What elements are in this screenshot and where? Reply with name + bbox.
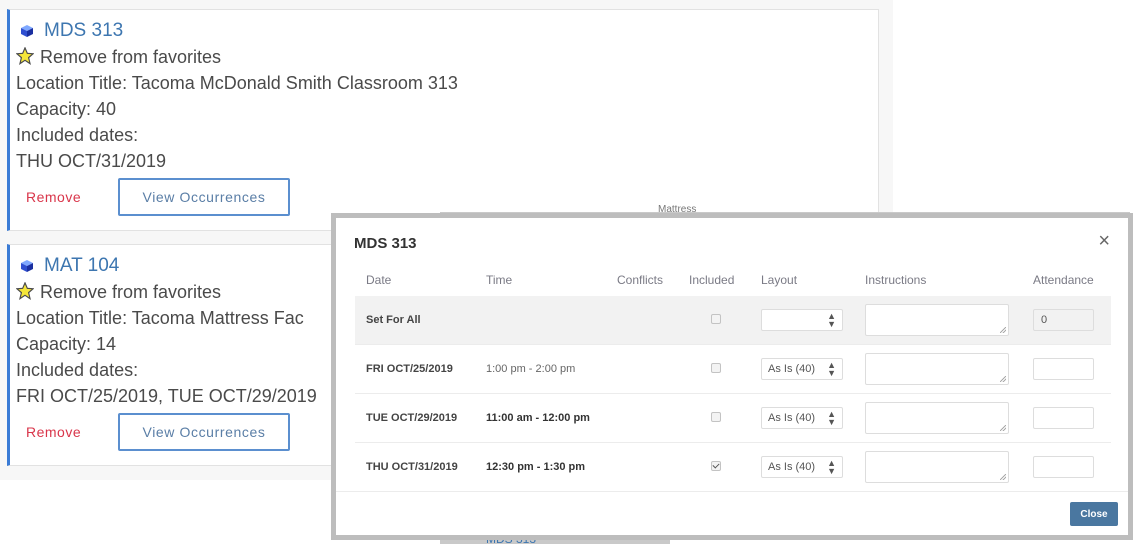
- view-occurrences-button[interactable]: View Occurrences: [118, 178, 290, 216]
- col-time: Time: [486, 272, 513, 287]
- capacity: Capacity: 40: [16, 99, 117, 119]
- location-name-link[interactable]: MDS 313: [44, 18, 123, 44]
- select-arrows-icon: ▲ ▼: [827, 360, 836, 378]
- instructions-textarea[interactable]: [865, 353, 1009, 385]
- remove-favorite-label: Remove from favorites: [40, 282, 222, 302]
- favorite-card: MDS 313 Remove from favorites Location T…: [7, 9, 879, 231]
- occurrence-time: 12:30 pm - 1:30 pm: [486, 442, 617, 492]
- occurrence-row: THU OCT/31/2019 12:30 pm - 1:30 pm As Is…: [355, 442, 1111, 492]
- table-header: Date Time Conflicts Included Layout Inst…: [355, 263, 1111, 296]
- occurrence-time: 1:00 pm - 2:00 pm: [486, 344, 617, 394]
- occurrence-row: TUE OCT/29/2019 11:00 am - 12:00 pm As I…: [355, 393, 1111, 443]
- close-icon[interactable]: ×: [1098, 230, 1110, 253]
- occurrence-date: TUE OCT/29/2019: [355, 393, 486, 443]
- remove-favorite-link[interactable]: Remove from favorites: [16, 44, 878, 70]
- occurrences-table: Date Time Conflicts Included Layout Inst…: [355, 263, 1111, 492]
- select-arrows-icon: ▲ ▼: [827, 409, 836, 427]
- location-title: Location Title: Tacoma McDonald Smith Cl…: [16, 73, 458, 93]
- occurrence-row: FRI OCT/25/2019 1:00 pm - 2:00 pm As Is …: [355, 344, 1111, 394]
- col-attendance: Attendance: [1033, 272, 1094, 287]
- included-dates-label: Included dates:: [16, 125, 139, 145]
- included-checkbox[interactable]: [711, 460, 721, 471]
- cube-icon: [21, 25, 33, 37]
- included-checkbox[interactable]: [711, 313, 721, 324]
- col-instructions: Instructions: [865, 272, 927, 287]
- cube-icon: [21, 260, 33, 272]
- layout-select[interactable]: As Is (40) ▲ ▼: [761, 407, 843, 429]
- col-layout: Layout: [761, 272, 798, 287]
- col-included: Included: [689, 272, 735, 287]
- set-for-all-row: Set For All ▲ ▼ 0: [355, 296, 1111, 345]
- close-button[interactable]: Close: [1070, 502, 1118, 526]
- set-for-all-label: Set For All: [355, 296, 486, 345]
- layout-select[interactable]: As Is (40) ▲ ▼: [761, 456, 843, 478]
- occurrence-time: 11:00 am - 12:00 pm: [486, 393, 617, 443]
- instructions-textarea[interactable]: [865, 402, 1009, 434]
- occurrence-date: FRI OCT/25/2019: [355, 344, 486, 394]
- select-arrows-icon: ▲ ▼: [827, 458, 836, 476]
- star-icon: [16, 47, 34, 65]
- attendance-input[interactable]: 0: [1033, 309, 1094, 331]
- occurrences-modal: MDS 313 × Date Time Conflicts Included L…: [331, 213, 1133, 540]
- modal-title: MDS 313: [354, 235, 417, 252]
- layout-select[interactable]: As Is (40) ▲ ▼: [761, 358, 843, 380]
- attendance-input[interactable]: [1033, 407, 1094, 429]
- modal-footer-divider: [336, 491, 1128, 492]
- instructions-textarea[interactable]: [865, 304, 1009, 336]
- view-occurrences-button[interactable]: View Occurrences: [118, 413, 290, 451]
- included-checkbox[interactable]: [711, 411, 721, 422]
- attendance-input[interactable]: [1033, 456, 1094, 478]
- instructions-textarea[interactable]: [865, 451, 1009, 483]
- star-icon: [16, 282, 34, 300]
- col-date: Date: [366, 272, 392, 287]
- occurrence-date: THU OCT/31/2019: [355, 442, 486, 492]
- remove-button[interactable]: Remove: [26, 424, 118, 440]
- remove-button[interactable]: Remove: [26, 189, 118, 205]
- included-checkbox[interactable]: [711, 362, 721, 373]
- occurrence-conflicts: [617, 344, 689, 394]
- layout-value: As Is (40): [768, 461, 816, 473]
- select-arrows-icon: ▲ ▼: [827, 311, 836, 329]
- layout-value: As Is (40): [768, 363, 816, 375]
- occurrence-conflicts: [617, 393, 689, 443]
- included-dates: THU OCT/31/2019: [16, 151, 167, 171]
- layout-value: As Is (40): [768, 412, 816, 424]
- layout-select[interactable]: ▲ ▼: [761, 309, 843, 331]
- col-conflicts: Conflicts: [617, 272, 664, 287]
- occurrence-conflicts: [617, 442, 689, 492]
- attendance-input[interactable]: [1033, 358, 1094, 380]
- remove-favorite-label: Remove from favorites: [40, 47, 222, 67]
- location-name-link[interactable]: MAT 104: [44, 253, 119, 279]
